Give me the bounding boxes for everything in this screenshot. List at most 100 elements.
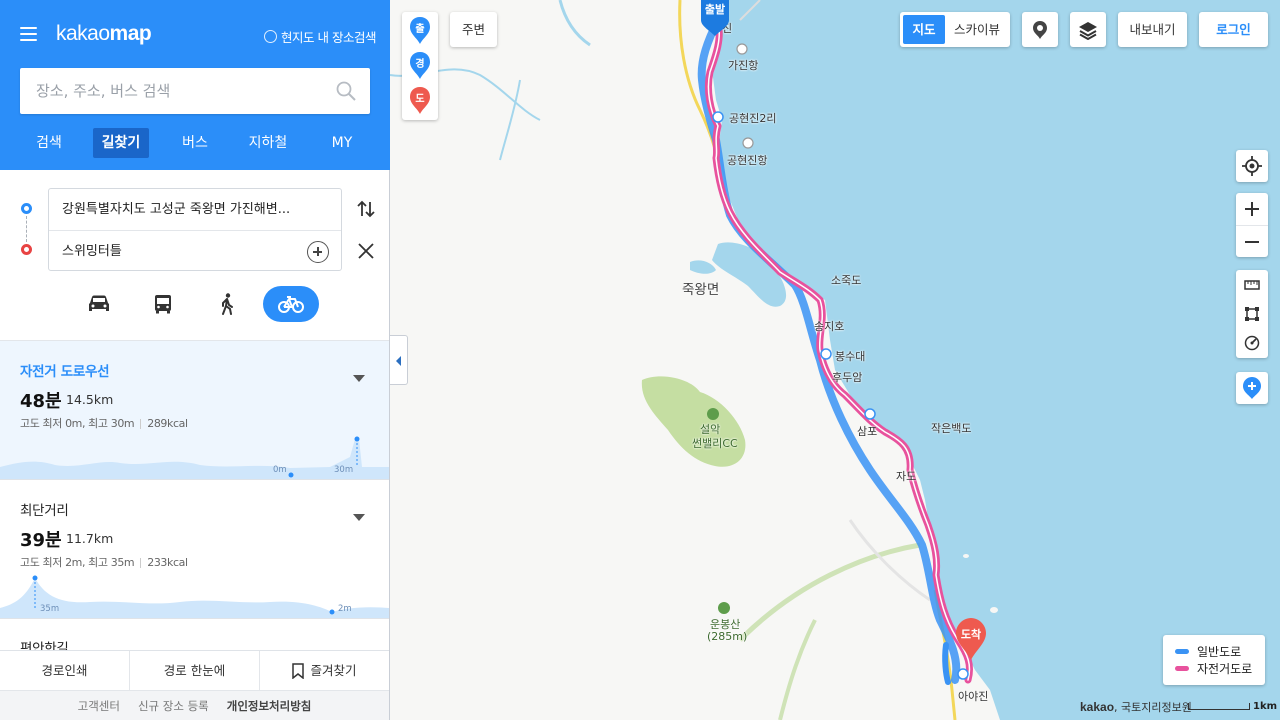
place-label-sojukdo[interactable]: 소죽도 xyxy=(831,272,861,288)
destination-field[interactable]: 스위밍터틀 xyxy=(49,230,341,271)
login-button[interactable]: 로그인 xyxy=(1199,12,1268,47)
start-marker-label: 출발 xyxy=(704,3,726,16)
panel-header: kakaomap 현지도 내 장소검색 검색 길찾기 버스 지하철 MY xyxy=(0,0,390,170)
search-input[interactable] xyxy=(20,68,320,114)
scale-bar xyxy=(1188,703,1250,710)
zoom-out-button[interactable] xyxy=(1236,225,1268,257)
destination-pin-label: 도 xyxy=(415,94,425,105)
around-button[interactable]: 주변 xyxy=(450,12,497,47)
origin-pin-button[interactable]: 출 xyxy=(410,17,430,44)
origin-dot-icon xyxy=(21,203,32,214)
chevron-down-icon[interactable] xyxy=(352,374,366,383)
map-type-skyview-button[interactable]: 스카이뷰 xyxy=(947,15,1007,44)
minus-icon xyxy=(1245,240,1259,243)
favorite-button[interactable]: 즐겨찾기 xyxy=(260,651,389,690)
tab-my[interactable]: MY xyxy=(322,128,362,158)
compass-icon xyxy=(1244,335,1260,350)
add-pin-icon xyxy=(1243,377,1261,399)
route-time: 48분 xyxy=(20,391,62,412)
waypoint-pin-button[interactable]: 경 xyxy=(410,52,430,79)
place-label-unbongsan-height: (285m) xyxy=(707,630,748,643)
route-overview-button[interactable]: 경로 한눈에 xyxy=(130,651,260,690)
place-label-bongsudae[interactable]: 봉수대 xyxy=(835,348,865,364)
copyright-brand: kakao xyxy=(1080,700,1115,714)
destination-pin-button[interactable]: 도 xyxy=(410,87,430,114)
radio-icon xyxy=(264,30,277,43)
close-icon[interactable] xyxy=(357,242,375,260)
scale-label: 1km xyxy=(1253,701,1278,712)
place-label-gonghyeonjinhang[interactable]: 공현진항 xyxy=(727,152,767,168)
ruler-icon xyxy=(1244,279,1260,290)
search-icon[interactable] xyxy=(336,81,356,101)
map-type-map-button[interactable]: 지도 xyxy=(903,15,945,44)
menu-icon[interactable] xyxy=(20,27,37,41)
footer-links: 고객센터 신규 장소 등록 개인정보처리방침 xyxy=(0,690,389,720)
measure-tools xyxy=(1236,270,1268,358)
place-label-sunvalley-cc[interactable]: 썬밸리CC xyxy=(692,435,738,451)
local-search-toggle[interactable]: 현지도 내 장소검색 xyxy=(264,27,376,46)
mode-bicycle-button[interactable] xyxy=(263,286,319,322)
distance-tool-button[interactable] xyxy=(1236,270,1268,299)
area-icon xyxy=(1245,306,1259,321)
tab-directions[interactable]: 길찾기 xyxy=(93,128,149,158)
plus-icon xyxy=(1245,202,1259,216)
export-button[interactable]: 내보내기 xyxy=(1118,12,1187,47)
place-label-jado[interactable]: 자도 xyxy=(896,468,916,484)
legend-label-road: 일반도로 xyxy=(1197,645,1242,659)
elevation-profile-chart xyxy=(0,436,389,479)
route-result-shortest[interactable]: 최단거리 39분 11.7km 고도 최저 2m, 최고 35m 233kcal … xyxy=(0,480,389,619)
map-type-switch: 지도 스카이뷰 xyxy=(900,12,1010,47)
privacy-policy-link[interactable]: 개인정보처리방침 xyxy=(227,698,312,714)
bookmark-icon xyxy=(292,662,305,679)
zoom-in-button[interactable] xyxy=(1236,193,1268,225)
mode-car-button[interactable] xyxy=(71,286,127,322)
legend-swatch-road xyxy=(1175,649,1189,654)
route-overview-label: 경로 한눈에 xyxy=(163,662,226,678)
place-label-gajinhang[interactable]: 가진항 xyxy=(728,57,758,73)
print-route-button[interactable]: 경로인쇄 xyxy=(0,651,130,690)
route-result-comfortable-title[interactable]: 편안한길 xyxy=(20,637,69,650)
swap-icon[interactable] xyxy=(356,199,376,219)
logo-map: map xyxy=(109,22,152,45)
roadview-button[interactable] xyxy=(1022,12,1058,47)
layers-icon xyxy=(1079,21,1097,40)
end-marker[interactable]: 도착 xyxy=(956,618,986,660)
new-place-link[interactable]: 신규 장소 등록 xyxy=(138,698,209,714)
panel-collapse-button[interactable] xyxy=(390,335,408,385)
app: 가진항 공현진2리 공현진항 죽왕면 소죽도 송지호 봉수대 후두암 작은백도 … xyxy=(0,0,1280,720)
legend-label-bike: 자전거도로 xyxy=(1197,662,1253,676)
side-panel: kakaomap 현지도 내 장소검색 검색 길찾기 버스 지하철 MY 강원특… xyxy=(0,0,390,720)
route-legend: 일반도로 자전거도로 xyxy=(1163,635,1265,685)
area-label-jukwang: 죽왕면 xyxy=(682,282,720,298)
kakaomap-logo[interactable]: kakaomap xyxy=(56,22,152,46)
place-label-hudu[interactable]: 후두암 xyxy=(832,369,862,385)
place-label-jakeunbaekdo[interactable]: 작은백도 xyxy=(931,420,971,436)
elevation-min-label: 2m xyxy=(338,604,352,614)
place-label-songjiho[interactable]: 송지호 xyxy=(814,318,844,334)
route-title: 최단거리 xyxy=(20,503,69,519)
mode-transit-button[interactable] xyxy=(135,286,191,322)
add-place-button[interactable] xyxy=(1236,372,1268,404)
customer-center-link[interactable]: 고객센터 xyxy=(78,698,120,714)
place-label-sampo[interactable]: 삼포 xyxy=(857,423,877,439)
area-tool-button[interactable] xyxy=(1236,299,1268,328)
start-marker[interactable]: 출발 xyxy=(699,0,731,36)
chevron-down-icon[interactable] xyxy=(352,513,366,522)
tab-search[interactable]: 검색 xyxy=(28,128,70,158)
elevation-min-label: 0m xyxy=(273,465,287,475)
my-location-button[interactable] xyxy=(1236,150,1268,182)
mode-walk-button[interactable] xyxy=(199,286,255,322)
add-waypoint-icon[interactable] xyxy=(307,241,329,263)
origin-field[interactable]: 강원특별자치도 고성군 죽왕면 가진해변... xyxy=(49,189,341,230)
place-label-ayajin[interactable]: 아야진 xyxy=(958,688,988,704)
route-result-bike-priority[interactable]: 자전거 도로우선 48분 14.5km 고도 최저 0m, 최고 30m 289k… xyxy=(0,341,389,480)
radius-tool-button[interactable] xyxy=(1236,328,1268,357)
car-icon xyxy=(89,295,109,311)
tab-bus[interactable]: 버스 xyxy=(174,128,216,158)
favorite-label: 즐겨찾기 xyxy=(310,662,357,678)
place-label-gonghyeonjin2ri[interactable]: 공현진2리 xyxy=(729,110,776,126)
legend-item-road: 일반도로 xyxy=(1175,643,1265,660)
layers-button[interactable] xyxy=(1070,12,1106,47)
print-route-label: 경로인쇄 xyxy=(41,662,88,678)
tab-subway[interactable]: 지하철 xyxy=(244,128,292,158)
